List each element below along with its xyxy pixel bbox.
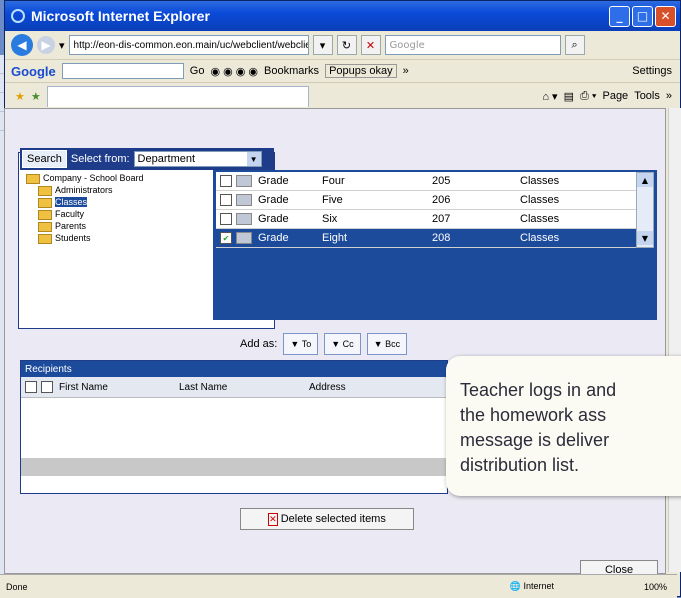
back-button[interactable]: ◀ bbox=[11, 34, 33, 56]
stop-button[interactable]: ✕ bbox=[360, 35, 381, 55]
fav-more[interactable]: » bbox=[666, 90, 672, 102]
forward-button[interactable]: ▶ bbox=[37, 36, 55, 54]
bookmarks-button[interactable]: Bookmarks bbox=[264, 65, 319, 77]
delete-icon: ✕ bbox=[268, 512, 278, 526]
zoom-level[interactable]: 100% bbox=[644, 582, 667, 592]
search-button[interactable]: ⌕ bbox=[564, 35, 585, 55]
row-checkbox[interactable] bbox=[220, 175, 232, 187]
address-dropdown-button[interactable]: ▾ bbox=[312, 35, 333, 55]
home-icon[interactable]: ⌂ ▾ bbox=[542, 90, 557, 103]
google-go-button[interactable]: Go bbox=[190, 65, 205, 77]
row-checkbox[interactable]: ✔ bbox=[220, 232, 232, 244]
feeds-icon[interactable]: ▤ bbox=[564, 90, 574, 103]
row-checkbox[interactable] bbox=[220, 194, 232, 206]
search-input[interactable]: Google bbox=[384, 35, 561, 55]
add-favorite-icon[interactable]: ★ bbox=[31, 90, 41, 103]
folder-icon bbox=[38, 233, 52, 244]
add-as-label: Add as: bbox=[240, 338, 278, 350]
recipients-footer bbox=[21, 458, 447, 476]
group-icon bbox=[236, 175, 252, 187]
google-toolbar: Google Go ◉ ◉ ◉ ◉ Bookmarks Popups okay … bbox=[5, 59, 680, 82]
chevron-down-icon: ▼ bbox=[246, 152, 261, 166]
scroll-down-icon[interactable]: ▼ bbox=[637, 231, 653, 245]
refresh-button[interactable]: ↻ bbox=[336, 35, 357, 55]
tree-item[interactable]: Parents bbox=[26, 220, 144, 232]
tree-item[interactable]: Classes bbox=[26, 196, 144, 208]
group-icon bbox=[236, 213, 252, 225]
table-row[interactable]: Grade Four 205 Classes bbox=[216, 172, 636, 191]
scroll-up-icon[interactable]: ▲ bbox=[637, 173, 653, 187]
browser-tab[interactable] bbox=[46, 85, 309, 107]
favorites-bar: ★ ★ ⌂ ▾ ▤ ⎙ ▾ Page Tools » bbox=[5, 82, 680, 109]
internet-zone: 🌐 Internet bbox=[509, 581, 554, 591]
search-tab[interactable]: Search bbox=[22, 150, 67, 168]
google-logo: Google bbox=[11, 63, 56, 79]
grid-scrollbar[interactable]: ▲ ▼ bbox=[636, 172, 654, 248]
add-to-button[interactable]: ▼ To bbox=[283, 333, 319, 355]
callout-box: Teacher logs in and the homework ass mes… bbox=[446, 356, 681, 496]
delete-selected-button[interactable]: ✕ Delete selected items bbox=[240, 508, 414, 530]
close-window-button[interactable]: ✕ bbox=[655, 5, 676, 27]
tools-menu[interactable]: Tools bbox=[634, 90, 660, 102]
tree-item[interactable]: Administrators bbox=[26, 184, 144, 196]
google-search-box[interactable] bbox=[61, 63, 184, 79]
print-icon[interactable]: ⎙ ▾ bbox=[580, 90, 596, 103]
more-button[interactable]: » bbox=[403, 65, 409, 77]
favorites-star-icon[interactable]: ★ bbox=[15, 90, 25, 103]
document-icon bbox=[41, 381, 53, 393]
add-as-group: Add as: ▼ To ▼ Cc ▼ Bcc bbox=[240, 333, 408, 355]
tree-item[interactable]: Company - School Board bbox=[26, 172, 144, 184]
group-icon bbox=[236, 232, 252, 244]
tree-item[interactable]: Faculty bbox=[26, 208, 144, 220]
table-row[interactable]: Grade Five 206 Classes bbox=[216, 191, 636, 210]
org-tree: Company - School Board Administrators Cl… bbox=[26, 172, 144, 244]
department-select[interactable]: Department ▼ bbox=[133, 151, 262, 167]
select-from-label: Select from: bbox=[70, 153, 130, 165]
tree-item[interactable]: Students bbox=[26, 232, 144, 244]
status-text: Done bbox=[6, 581, 28, 592]
recipients-panel: Recipients First Name Last Name Address bbox=[20, 360, 448, 494]
table-row[interactable]: Grade Six 207 Classes bbox=[216, 210, 636, 229]
minimize-button[interactable]: _ bbox=[609, 5, 630, 27]
ie-logo-icon bbox=[11, 9, 25, 23]
folder-icon bbox=[38, 221, 52, 232]
address-input[interactable]: http://eon-dis-common.eon.main/uc/webcli… bbox=[68, 35, 309, 55]
recipients-tab[interactable]: Recipients bbox=[21, 364, 72, 375]
status-bar: Done 🌐 Internet 100% bbox=[0, 574, 677, 598]
folder-icon bbox=[26, 173, 40, 184]
maximize-button[interactable]: □ bbox=[632, 5, 653, 27]
address-toolbar: ◀ ▶ ▾ http://eon-dis-common.eon.main/uc/… bbox=[5, 31, 680, 59]
window-title: Microsoft Internet Explorer bbox=[31, 8, 210, 24]
settings-button[interactable]: Settings bbox=[632, 65, 672, 77]
group-icon bbox=[236, 194, 252, 206]
toolbar-icons[interactable]: ◉ ◉ ◉ ◉ bbox=[210, 65, 258, 78]
add-cc-button[interactable]: ▼ Cc bbox=[324, 333, 361, 355]
page-menu[interactable]: Page bbox=[602, 90, 628, 102]
table-row[interactable]: ✔ Grade Eight 208 Classes bbox=[216, 229, 636, 248]
row-checkbox[interactable] bbox=[220, 213, 232, 225]
title-bar: Microsoft Internet Explorer _ □ ✕ bbox=[5, 1, 680, 31]
folder-icon bbox=[38, 185, 52, 196]
popups-button[interactable]: Popups okay bbox=[325, 64, 397, 78]
select-all-checkbox[interactable] bbox=[25, 381, 37, 393]
search-bar: Search Select from: Department ▼ bbox=[20, 148, 274, 170]
recipients-header: First Name Last Name Address bbox=[21, 377, 447, 398]
add-bcc-button[interactable]: ▼ Bcc bbox=[366, 333, 408, 355]
folder-icon bbox=[38, 209, 52, 220]
results-rows: Grade Four 205 Classes Grade Five 206 Classes … bbox=[216, 172, 636, 248]
recent-pages-icon[interactable]: ▾ bbox=[59, 39, 65, 52]
folder-icon bbox=[38, 197, 52, 208]
page-scrollbar[interactable] bbox=[668, 108, 681, 572]
